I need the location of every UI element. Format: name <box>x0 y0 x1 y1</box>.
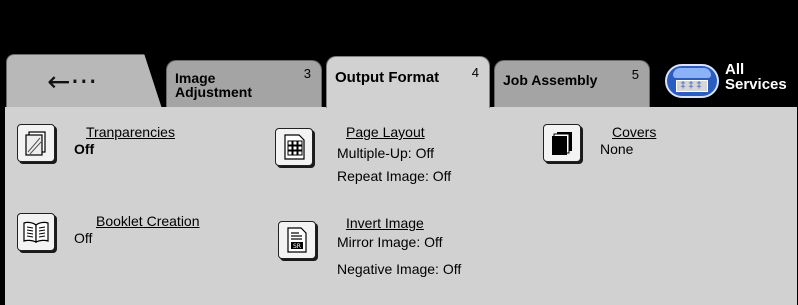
invert-image-icon: SR <box>287 227 307 253</box>
copier-screen: ←··· Image Adjustment 3 Output Format 4 J… <box>0 0 798 305</box>
covers-button[interactable] <box>543 124 581 162</box>
page-layout-value2: Repeat Image: Off <box>337 168 452 184</box>
page-layout-button[interactable] <box>275 128 313 166</box>
page-layout-value1: Multiple-Up: Off <box>337 145 434 161</box>
page-layout-feature[interactable]: Page Layout Multiple-Up: Off Repeat Imag… <box>275 124 515 194</box>
output-format-panel: Tranparencies Off Page Layout Multiple-U… <box>5 107 797 305</box>
tab-number: 5 <box>631 67 639 82</box>
booklet-value: Off <box>74 230 93 246</box>
all-services-line2: Services <box>725 76 787 93</box>
tab-label: Image Adjustment <box>175 70 252 100</box>
invert-image-value1: Mirror Image: Off <box>337 234 443 250</box>
transparencies-icon <box>25 131 46 156</box>
all-services-icon: ‡‡‡ <box>665 64 719 98</box>
booklet-feature[interactable]: Booklet Creation Off <box>17 213 247 258</box>
transparencies-feature[interactable]: Tranparencies Off <box>17 124 247 169</box>
covers-feature[interactable]: Covers None <box>543 124 743 169</box>
transparencies-button[interactable] <box>17 124 55 162</box>
page-layout-title[interactable]: Page Layout <box>346 124 425 140</box>
tab-label: Job Assembly <box>503 72 598 88</box>
tab-image-adjustment[interactable]: Image Adjustment 3 <box>166 60 322 108</box>
covers-icon <box>552 132 572 155</box>
invert-image-value2: Negative Image: Off <box>337 261 462 277</box>
transparencies-value: Off <box>74 141 95 157</box>
all-services-line1: All <box>725 61 745 78</box>
tab-job-assembly[interactable]: Job Assembly 5 <box>494 60 650 108</box>
invert-image-button[interactable]: SR <box>278 221 316 259</box>
tab-number: 3 <box>303 66 311 81</box>
svg-text:SR: SR <box>293 243 301 250</box>
back-arrow-icon: ←··· <box>47 65 98 98</box>
tab-number: 4 <box>471 65 479 80</box>
tab-output-format[interactable]: Output Format 4 <box>326 56 490 108</box>
invert-image-feature[interactable]: SR Invert Image Mirror Image: Off Negati… <box>278 215 518 285</box>
invert-image-title[interactable]: Invert Image <box>346 215 424 231</box>
transparencies-title[interactable]: Tranparencies <box>86 124 175 140</box>
covers-value: None <box>600 141 634 157</box>
back-tab[interactable]: ←··· <box>6 54 184 108</box>
booklet-title[interactable]: Booklet Creation <box>96 213 200 229</box>
booklet-button[interactable] <box>17 213 55 251</box>
all-services-button[interactable]: ‡‡‡ All Services <box>663 58 798 106</box>
tab-label: Output Format <box>335 69 440 86</box>
covers-title[interactable]: Covers <box>612 124 656 140</box>
booklet-icon <box>23 221 49 243</box>
page-layout-icon <box>284 134 305 160</box>
